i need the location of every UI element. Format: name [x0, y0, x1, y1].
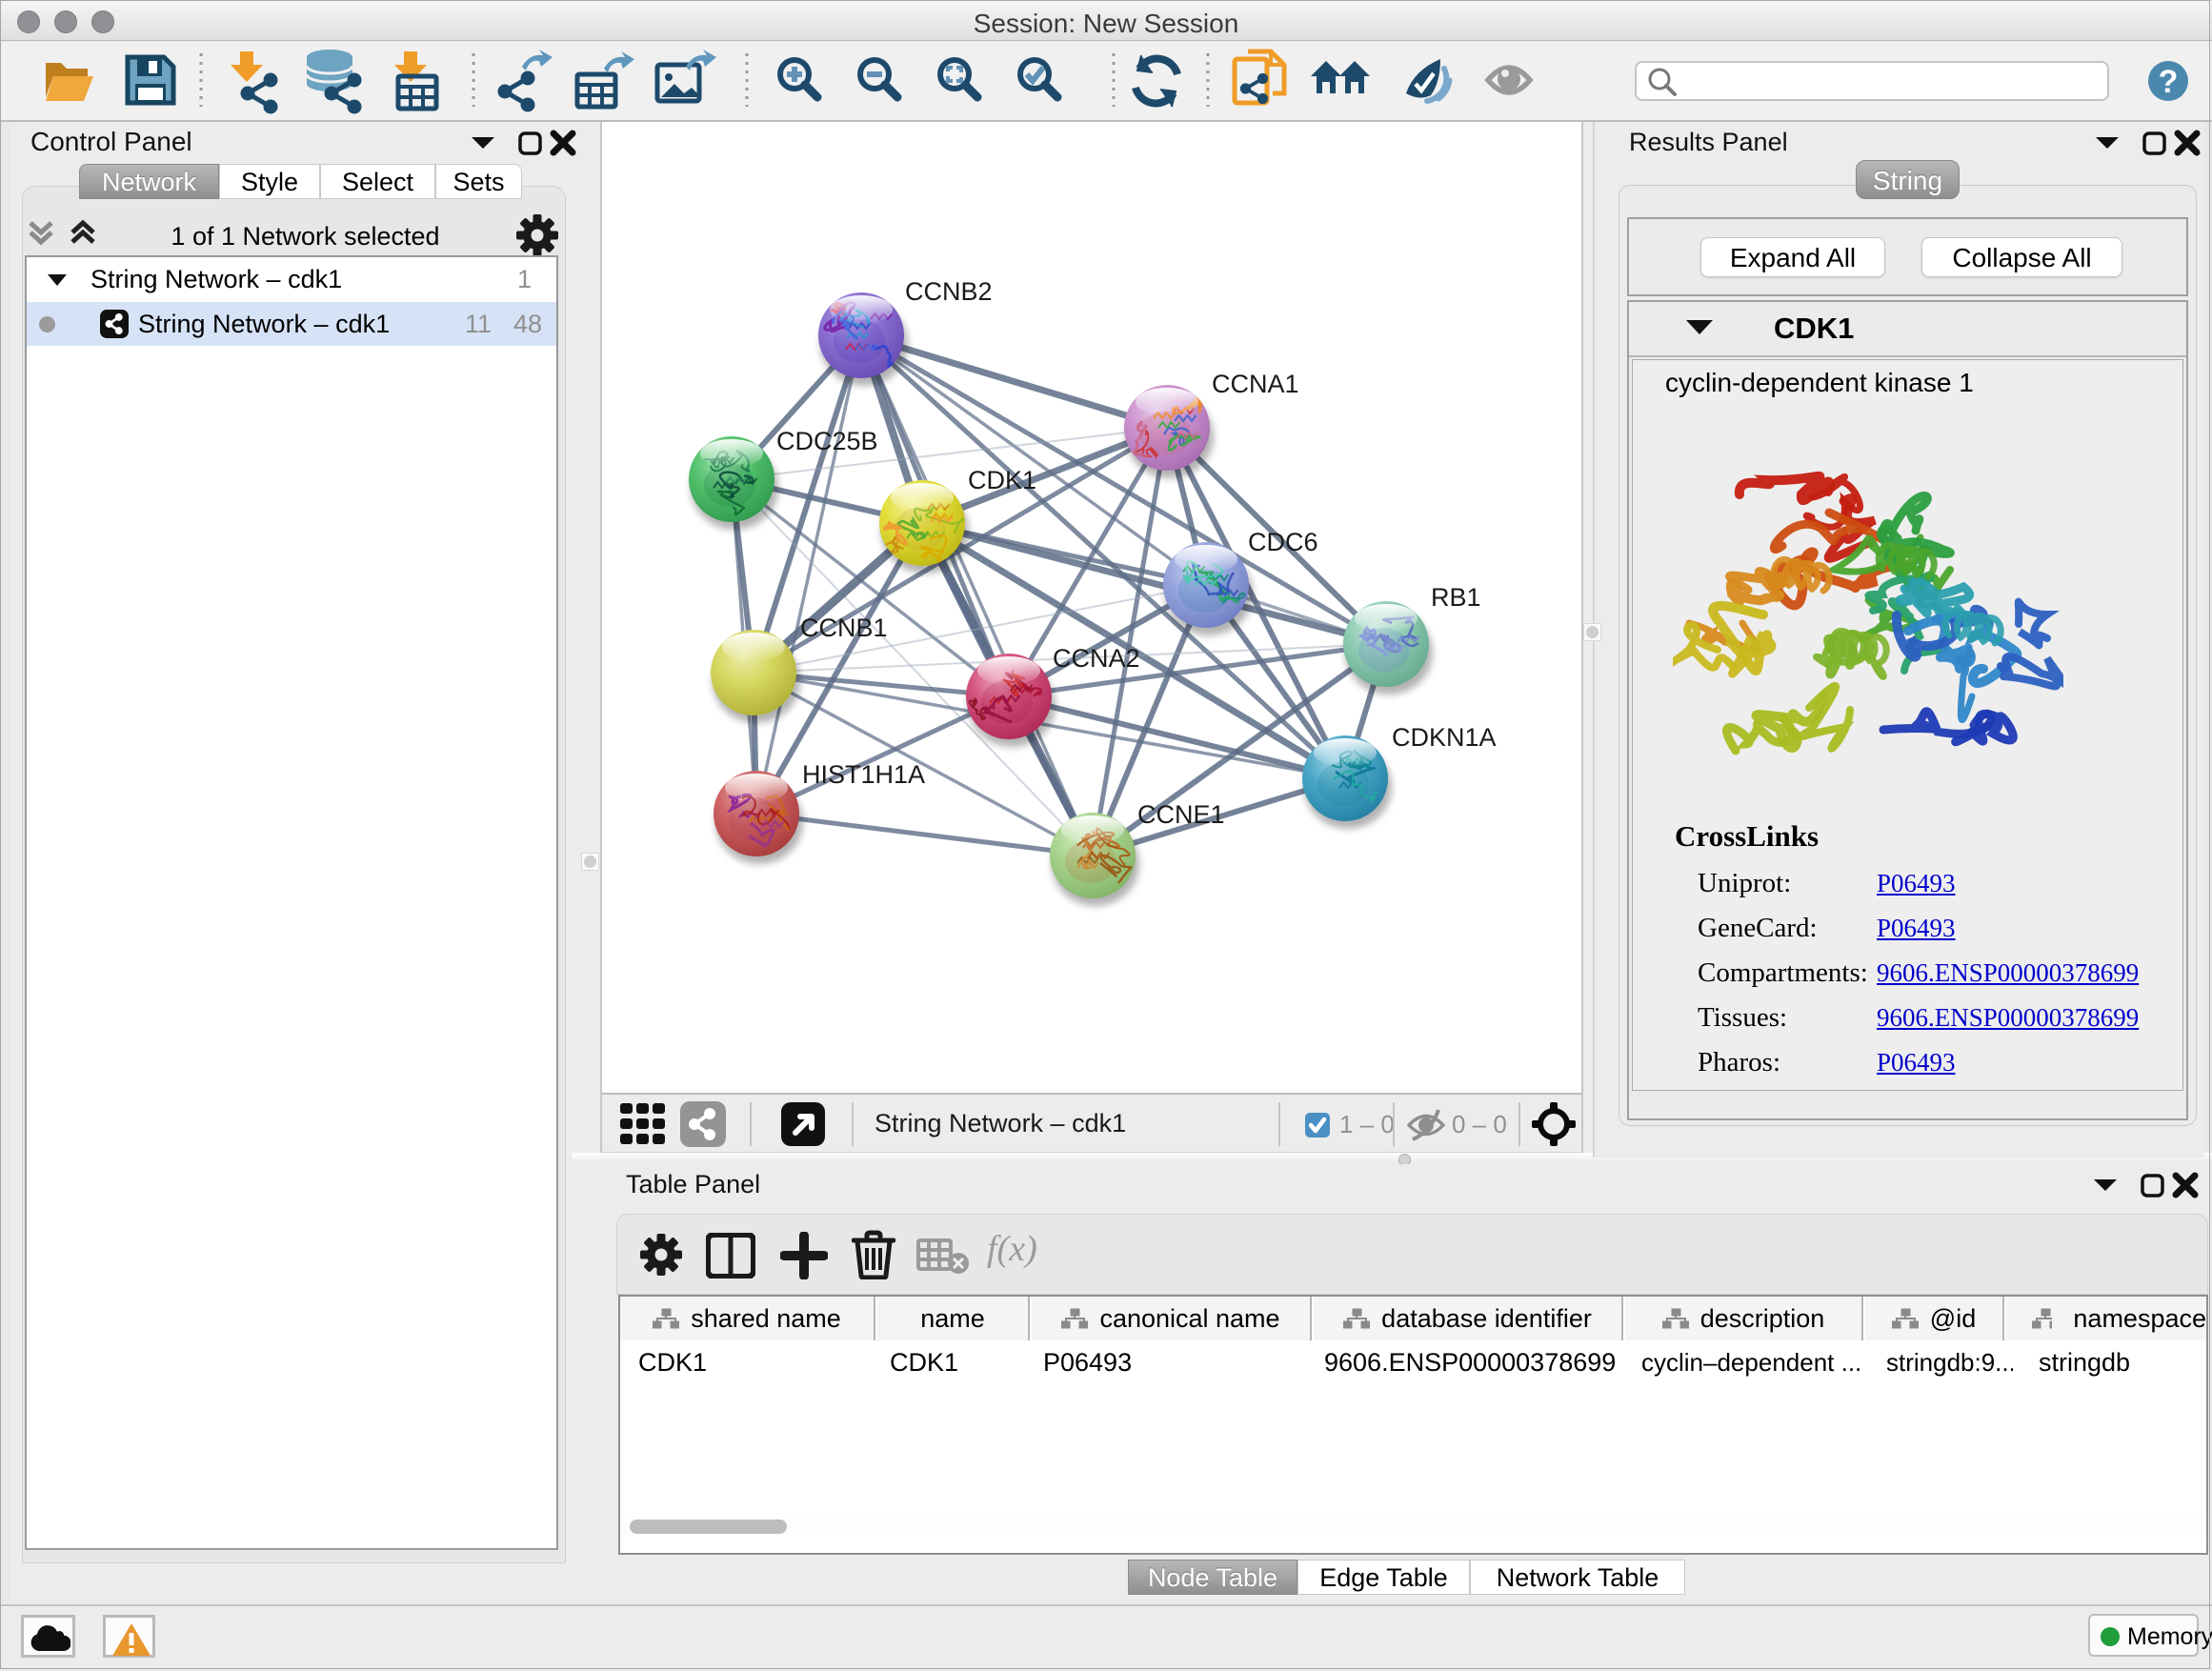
- svg-text:?: ?: [2159, 64, 2179, 100]
- svg-text:RB1: RB1: [1431, 583, 1481, 612]
- svg-text:CCNB2: CCNB2: [905, 277, 993, 306]
- svg-text:CDK1: CDK1: [968, 466, 1036, 494]
- svg-text:CCNA2: CCNA2: [1053, 644, 1140, 673]
- svg-text:CDC6: CDC6: [1248, 528, 1318, 556]
- svg-text:CCNA1: CCNA1: [1212, 370, 1299, 398]
- svg-text:HIST1H1A: HIST1H1A: [802, 760, 925, 789]
- svg-text:CDC25B: CDC25B: [776, 427, 878, 455]
- svg-text:CCNE1: CCNE1: [1137, 800, 1225, 829]
- svg-text:CCNB1: CCNB1: [800, 614, 888, 642]
- svg-text:CDKN1A: CDKN1A: [1392, 723, 1497, 752]
